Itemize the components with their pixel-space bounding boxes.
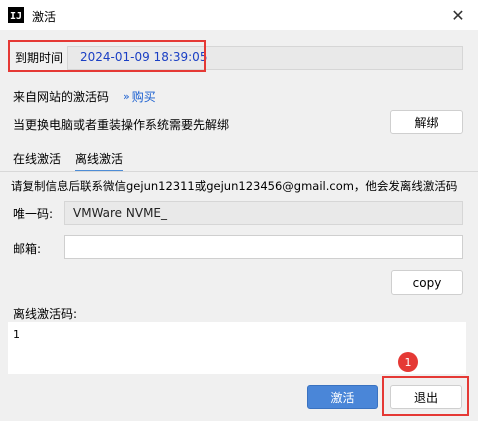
offline-instruction: 请复制信息后联系微信gejun12311或gejun123456@gmail.c… xyxy=(11,179,458,193)
expiry-highlight: 到期时间 xyxy=(8,40,206,72)
activation-tabs: 在线激活 离线激活 xyxy=(13,150,124,172)
offline-code-label: 离线激活码: xyxy=(13,307,78,321)
window-title: 激活 xyxy=(32,10,57,24)
unique-code-field: VMWare NVME_ xyxy=(64,201,463,225)
title-bar: IJ 激活 ✕ xyxy=(0,0,478,30)
unbind-button[interactable]: 解绑 xyxy=(390,110,463,134)
unique-code-label: 唯一码: xyxy=(13,207,54,221)
email-label: 邮箱: xyxy=(13,242,42,256)
activate-button[interactable]: 激活 xyxy=(307,385,378,409)
tab-divider xyxy=(0,171,478,172)
tab-offline[interactable]: 离线激活 xyxy=(75,150,124,172)
source-row: 来自网站的激活码 » 购买 xyxy=(13,88,156,105)
buy-label: 购买 xyxy=(131,90,156,104)
double-chevron-icon: » xyxy=(123,90,130,103)
expiry-label: 到期时间 xyxy=(15,51,64,65)
source-label: 来自网站的激活码 xyxy=(13,90,110,104)
step-badge: 1 xyxy=(398,352,418,372)
copy-button[interactable]: copy xyxy=(391,270,463,295)
exit-button[interactable]: 退出 xyxy=(390,385,462,409)
offline-code-textarea[interactable]: 1 xyxy=(8,322,466,374)
tab-online[interactable]: 在线激活 xyxy=(13,150,61,172)
buy-link[interactable]: » 购买 xyxy=(123,88,156,105)
email-field[interactable] xyxy=(64,235,463,259)
close-icon[interactable]: ✕ xyxy=(448,5,468,25)
unbind-hint: 当更换电脑或者重装操作系统需要先解绑 xyxy=(13,118,230,132)
app-icon: IJ xyxy=(8,7,24,23)
